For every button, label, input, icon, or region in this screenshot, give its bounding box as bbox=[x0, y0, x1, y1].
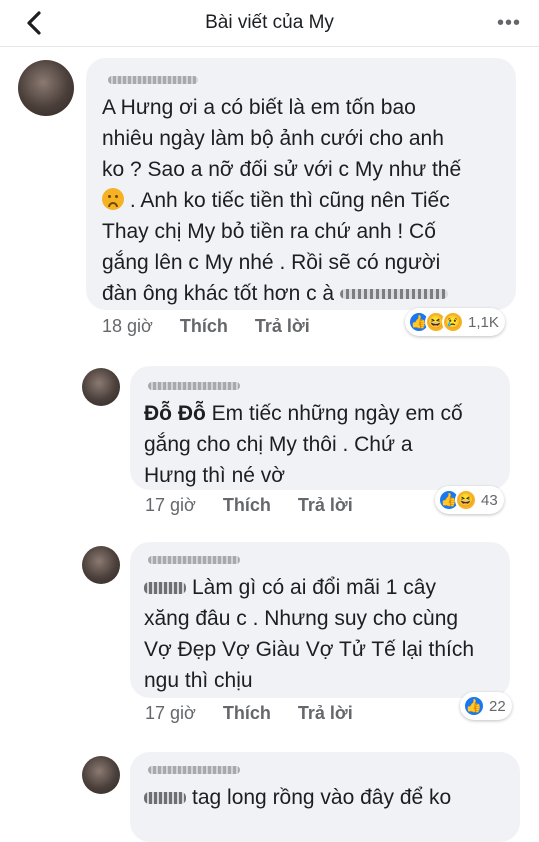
reply-button[interactable]: Trả lời bbox=[255, 316, 310, 336]
reply-button[interactable]: Trả lời bbox=[298, 495, 353, 515]
comment-bubble: tag long rồng vào đây để ko bbox=[130, 752, 520, 842]
sad-face-emoji-icon bbox=[102, 188, 124, 210]
blurred-mention bbox=[144, 582, 186, 595]
comment-actions: 17 giờ Thích Trả lời bbox=[145, 703, 375, 724]
blurred-mention bbox=[144, 792, 186, 805]
avatar[interactable] bbox=[82, 546, 120, 584]
mention[interactable]: Đỗ Đỗ bbox=[144, 402, 206, 425]
comment-text: tag long rồng vào đây để ko bbox=[144, 782, 514, 813]
reaction-summary[interactable]: 👍 😆 😢 1,1K bbox=[405, 308, 505, 336]
like-reaction-icon: 👍 bbox=[463, 695, 485, 717]
comment-bubble: Đỗ Đỗ Em tiếc những ngày em cố gắng cho … bbox=[130, 366, 510, 490]
blurred-mention bbox=[339, 289, 448, 300]
reaction-count: 1,1K bbox=[468, 313, 499, 331]
like-button[interactable]: Thích bbox=[223, 703, 271, 723]
sad-reaction-icon: 😢 bbox=[442, 311, 464, 333]
like-button[interactable]: Thích bbox=[180, 316, 228, 336]
top-bar: Bài viết của My ••• bbox=[0, 0, 539, 47]
avatar[interactable] bbox=[82, 756, 120, 794]
comment-actions: 18 giờ Thích Trả lời bbox=[102, 316, 332, 337]
comment-text: Đỗ Đỗ Em tiếc những ngày em cố gắng cho … bbox=[144, 402, 463, 487]
page-title: Bài viết của My bbox=[205, 12, 334, 33]
commenter-name-blurred[interactable] bbox=[148, 382, 240, 390]
reaction-summary[interactable]: 👍 22 bbox=[460, 692, 512, 720]
comment-text: A Hưng ơi a có biết là em tốn bao nhiêu … bbox=[102, 96, 462, 305]
comment-time: 17 giờ bbox=[145, 495, 196, 515]
comment-bubble: Làm gì có ai đổi mãi 1 cây xăng đâu c . … bbox=[130, 542, 510, 698]
reply-button[interactable]: Trả lời bbox=[298, 703, 353, 723]
reaction-count: 22 bbox=[489, 697, 506, 715]
comment-text: Làm gì có ai đổi mãi 1 cây xăng đâu c . … bbox=[144, 576, 475, 692]
reaction-count: 43 bbox=[481, 491, 498, 509]
comment-time: 18 giờ bbox=[102, 316, 153, 336]
comment-time: 17 giờ bbox=[145, 703, 196, 723]
avatar[interactable] bbox=[82, 368, 120, 406]
more-dots-icon: ••• bbox=[496, 12, 521, 34]
haha-reaction-icon: 😆 bbox=[455, 489, 477, 511]
comment-actions: 17 giờ Thích Trả lời bbox=[145, 495, 375, 516]
comment-bubble: A Hưng ơi a có biết là em tốn bao nhiêu … bbox=[86, 58, 516, 310]
commenter-name-blurred[interactable] bbox=[148, 556, 240, 564]
avatar[interactable] bbox=[18, 60, 74, 116]
more-button[interactable]: ••• bbox=[497, 12, 521, 35]
like-button[interactable]: Thích bbox=[223, 495, 271, 515]
reaction-summary[interactable]: 👍 😆 43 bbox=[435, 486, 504, 514]
commenter-name-blurred[interactable] bbox=[108, 76, 198, 84]
commenter-name-blurred[interactable] bbox=[148, 766, 240, 774]
